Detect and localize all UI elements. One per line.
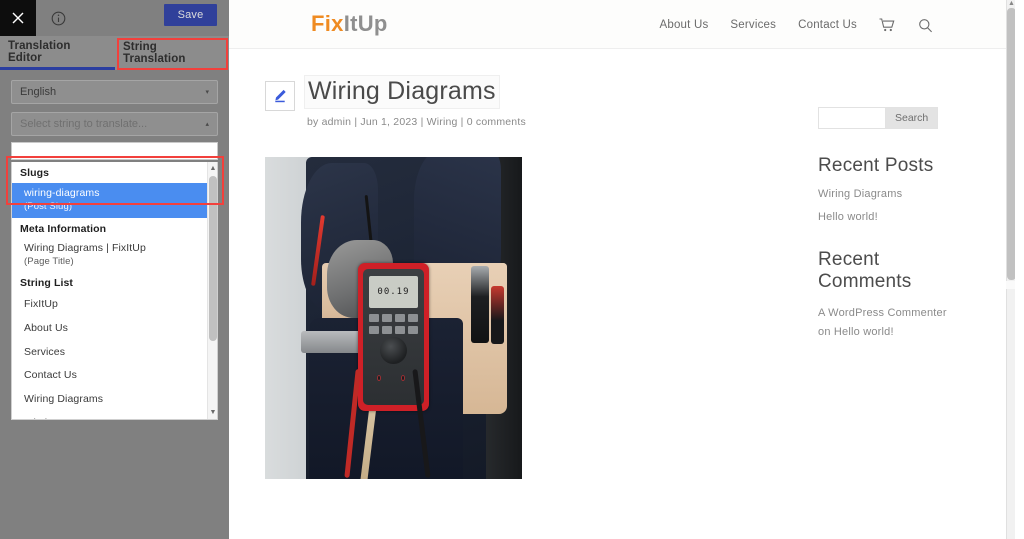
screenshot-root: FixItUp About Us Services Contact Us Wir… bbox=[0, 0, 1024, 539]
photo-multimeter-port-left bbox=[376, 375, 381, 381]
site-sidebar: Search Recent Posts Wiring Diagrams Hell… bbox=[818, 107, 978, 342]
dropdown-item-page-title[interactable]: Wiring Diagrams | FixItUp (Page Title) bbox=[12, 239, 207, 271]
dropdown-item-services[interactable]: Services bbox=[12, 341, 207, 365]
nav-item-services[interactable]: Services bbox=[730, 19, 776, 31]
post-content-column: Wiring Diagrams by admin | Jun 1, 2023 |… bbox=[265, 75, 785, 479]
dropdown-item-contact-us[interactable]: Contact Us bbox=[12, 364, 207, 388]
photo-pouch-tool-1 bbox=[470, 266, 489, 344]
tab-string-translation[interactable]: String Translation bbox=[115, 36, 229, 70]
widget-title-recent-comments: Recent Comments bbox=[818, 249, 912, 292]
panel-body: English ▾ Select string to translate... … bbox=[0, 80, 229, 420]
close-icon[interactable] bbox=[0, 0, 36, 36]
recent-comment-item: A WordPress Commenter on Hello world! bbox=[818, 304, 978, 343]
edit-pencil-icon[interactable] bbox=[265, 81, 295, 111]
dropdown-group-slugs: Slugs bbox=[20, 167, 50, 179]
search-input[interactable] bbox=[818, 107, 886, 129]
string-select[interactable]: Select string to translate... ▴ bbox=[11, 112, 218, 136]
widget-title-recent-posts: Recent Posts bbox=[818, 155, 934, 176]
tab-translation-editor[interactable]: Translation Editor bbox=[0, 36, 115, 70]
string-select-placeholder: Select string to translate... bbox=[20, 118, 148, 130]
post-meta: by admin | Jun 1, 2023 | Wiring | 0 comm… bbox=[307, 115, 526, 128]
site-body: Wiring Diagrams by admin | Jun 1, 2023 |… bbox=[229, 49, 1015, 479]
dropdown-item-sublabel: (Page Title) bbox=[24, 256, 74, 268]
dropdown-item-sublabel: (Post Slug) bbox=[24, 200, 73, 212]
logo-text-primary: Fix bbox=[311, 11, 344, 36]
recent-post-link-2[interactable]: Hello world! bbox=[818, 211, 978, 223]
site-logo[interactable]: FixItUp bbox=[311, 11, 388, 37]
panel-toolbar: Save bbox=[0, 0, 229, 36]
nav-item-contact-us[interactable]: Contact Us bbox=[798, 19, 857, 31]
widget-recent-comments: Recent Comments A WordPress Commenter on… bbox=[818, 249, 978, 342]
widget-recent-posts: Recent Posts Wiring Diagrams Hello world… bbox=[818, 155, 978, 223]
dropdown-scroll-down-arrow[interactable]: ▼ bbox=[208, 406, 217, 419]
recent-post-link-1[interactable]: Wiring Diagrams bbox=[818, 188, 978, 200]
dropdown-item-label: wiring-diagrams bbox=[24, 187, 100, 199]
search-button[interactable]: Search bbox=[886, 107, 939, 129]
dropdown-scroll-up-arrow[interactable]: ▲ bbox=[208, 162, 217, 175]
photo-multimeter-display: 00.19 bbox=[369, 275, 418, 309]
post-title-row: Wiring Diagrams by admin | Jun 1, 2023 |… bbox=[265, 75, 785, 128]
page-title: Wiring Diagrams bbox=[304, 75, 500, 109]
post-head: Wiring Diagrams by admin | Jun 1, 2023 |… bbox=[304, 75, 526, 128]
comment-author[interactable]: A WordPress Commenter bbox=[818, 307, 947, 319]
string-filter-input[interactable] bbox=[11, 142, 218, 160]
scrollbar-corner bbox=[1006, 281, 1015, 289]
info-icon[interactable] bbox=[48, 8, 68, 28]
dropdown-scrollbar-thumb[interactable] bbox=[209, 176, 217, 341]
logo-text-secondary: ItUp bbox=[343, 11, 388, 36]
dropdown-item-wiring-diagrams-slug[interactable]: wiring-diagrams (Post Slug) bbox=[12, 183, 207, 219]
website-preview: FixItUp About Us Services Contact Us Wir… bbox=[229, 0, 1015, 539]
cart-icon[interactable] bbox=[879, 17, 895, 33]
main-navigation: About Us Services Contact Us bbox=[660, 17, 934, 33]
post-featured-image: 00.19 bbox=[265, 156, 522, 479]
dropdown-scroll-area: Slugs wiring-diagrams (Post Slug) Meta I… bbox=[12, 162, 207, 419]
photo-multimeter-buttons-row2 bbox=[369, 326, 418, 335]
electrician-photo: 00.19 bbox=[265, 156, 522, 479]
dropdown-item-admin[interactable]: admin bbox=[12, 412, 207, 419]
comment-target[interactable]: on Hello world! bbox=[818, 326, 894, 338]
dropdown-item-wiring-diagrams[interactable]: Wiring Diagrams bbox=[12, 388, 207, 412]
browser-scrollbar[interactable]: ▲ bbox=[1006, 0, 1015, 539]
photo-multimeter-buttons-row1 bbox=[369, 313, 418, 323]
dropdown-group-string-list: String List bbox=[20, 276, 74, 289]
dropdown-item-label: Wiring Diagrams | FixItUp bbox=[24, 242, 146, 255]
dropdown-group-meta-information: Meta Information bbox=[20, 223, 107, 236]
panel-tabs: Translation Editor String Translation bbox=[0, 36, 229, 70]
language-select-value: English bbox=[20, 86, 57, 98]
photo-multimeter-dial bbox=[380, 337, 407, 365]
dropdown-item-about-us[interactable]: About Us bbox=[12, 317, 207, 341]
chevron-up-icon: ▴ bbox=[205, 121, 209, 128]
photo-multimeter-port-right bbox=[400, 375, 405, 381]
save-button[interactable]: Save bbox=[164, 4, 217, 26]
scrollbar-up-arrow[interactable]: ▲ bbox=[1008, 0, 1015, 8]
string-dropdown-list: Slugs wiring-diagrams (Post Slug) Meta I… bbox=[11, 162, 218, 420]
nav-item-about-us[interactable]: About Us bbox=[660, 19, 709, 31]
language-select[interactable]: English ▾ bbox=[11, 80, 218, 104]
site-header: FixItUp About Us Services Contact Us bbox=[229, 0, 1015, 49]
dropdown-scrollbar[interactable]: ▲ ▼ bbox=[207, 162, 217, 419]
translation-panel: Save Translation Editor String Translati… bbox=[0, 0, 229, 539]
chevron-down-icon: ▾ bbox=[205, 89, 209, 96]
scrollbar-thumb[interactable] bbox=[1007, 8, 1015, 280]
sidebar-search-widget: Search bbox=[818, 107, 978, 129]
photo-pouch-tool-2 bbox=[491, 285, 504, 344]
search-icon[interactable] bbox=[917, 17, 933, 33]
dropdown-item-fixitup[interactable]: FixItUp bbox=[12, 293, 207, 317]
